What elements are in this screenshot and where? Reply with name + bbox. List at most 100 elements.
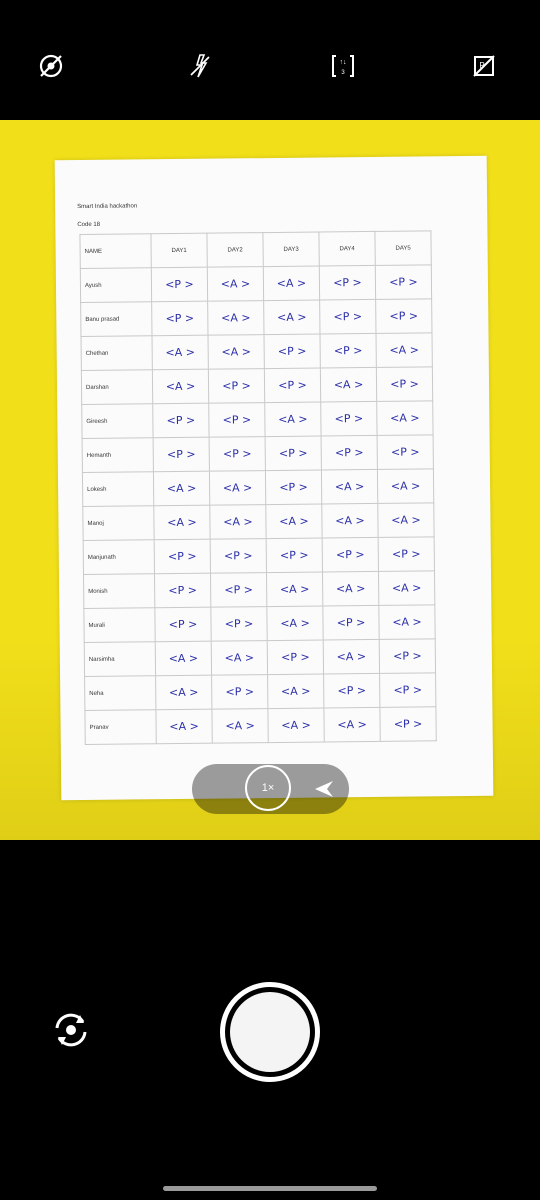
attendance-mark-cell: <A > xyxy=(267,673,324,709)
attendance-mark-cell: <A > xyxy=(377,468,434,504)
header-name: NAME xyxy=(79,233,152,269)
student-name-cell: Monish xyxy=(83,573,155,609)
attendance-mark-cell: <P > xyxy=(208,402,266,438)
aspect-ratio-icon[interactable]: ↑↓ 3 xyxy=(325,48,361,84)
attendance-mark-cell: <P > xyxy=(209,436,266,472)
table-row: Darshan <A > <P > <P > <A > <P > xyxy=(81,366,433,405)
student-name-cell: Gireesh xyxy=(81,403,154,439)
attendance-mark-cell: <A > xyxy=(155,641,212,676)
table-row: Pranav <A > <A > <A > <A > <P > xyxy=(84,706,437,745)
attendance-mark-cell: <P > xyxy=(266,537,323,573)
auto-capture-icon[interactable] xyxy=(313,779,337,804)
attendance-mark-cell: <A > xyxy=(321,469,378,505)
student-name-cell: Manjunath xyxy=(83,539,155,575)
camera-controls xyxy=(0,840,540,1200)
attendance-mark-cell: <P > xyxy=(267,639,324,675)
hdr-off-icon[interactable]: P xyxy=(466,48,502,84)
table-row: Manjunath <P > <P > <P > <P > <P > xyxy=(83,536,435,575)
attendance-mark-cell: <P > xyxy=(379,706,437,742)
sheet-title: Smart India hackathon xyxy=(77,203,138,211)
attendance-mark-cell: <A > xyxy=(152,369,209,404)
attendance-mark-cell: <P > xyxy=(210,538,267,574)
table-row: Ayush <P > <A > <A > <P > <P > xyxy=(80,264,432,303)
attendance-mark-cell: <P > xyxy=(154,539,211,574)
attendance-mark-cell: <P > xyxy=(210,572,267,608)
scan-mode-selector: 1× xyxy=(192,764,349,814)
attendance-mark-cell: <A > xyxy=(153,471,210,506)
scan-mode-label: 1× xyxy=(261,782,275,794)
home-indicator[interactable] xyxy=(163,1186,377,1191)
attendance-mark-cell: <A > xyxy=(209,504,267,540)
attendance-mark-cell: <A > xyxy=(323,639,380,674)
attendance-mark-cell: <P > xyxy=(375,298,432,334)
switch-camera-icon[interactable] xyxy=(47,1006,95,1054)
table-row: Narsimha <A > <A > <P > <A > <P > xyxy=(84,638,436,677)
table-row: Banu prasad <P > <A > <A > <P > <P > xyxy=(80,298,432,337)
attendance-mark-cell: <A > xyxy=(152,335,209,370)
svg-text:↑↓: ↑↓ xyxy=(340,59,347,66)
header-day4: DAY4 xyxy=(318,231,376,267)
attendance-mark-cell: <A > xyxy=(263,300,320,335)
attendance-mark-cell: <A > xyxy=(155,709,213,744)
table-row: Manoj <A > <A > <A > <A > <A > xyxy=(82,502,435,541)
attendance-mark-cell: <P > xyxy=(322,537,379,572)
attendance-mark-cell: <P > xyxy=(154,607,212,642)
attendance-mark-cell: <P > xyxy=(379,672,436,708)
attendance-mark-cell: <A > xyxy=(155,675,212,710)
student-name-cell: Darshan xyxy=(81,369,153,405)
student-name-cell: Lokesh xyxy=(82,471,154,507)
attendance-mark-cell: <A > xyxy=(376,400,434,436)
table-header-row: NAME DAY1 DAY2 DAY3 DAY4 DAY5 xyxy=(79,230,432,269)
student-name-cell: Pranav xyxy=(84,709,157,745)
attendance-mark-cell: <A > xyxy=(153,505,211,540)
attendance-sheet: Smart India hackathon Code 18 NAME DAY1 … xyxy=(54,155,494,801)
table-row: Murali <P > <P > <A > <P > <A > xyxy=(83,604,436,643)
attendance-mark-cell: <A > xyxy=(208,334,265,370)
camera-viewfinder[interactable]: Smart India hackathon Code 18 NAME DAY1 … xyxy=(0,120,540,840)
shutter-icon xyxy=(230,992,310,1072)
svg-text:3: 3 xyxy=(341,70,345,76)
attendance-mark-cell: <P > xyxy=(379,638,436,674)
shutter-button[interactable] xyxy=(220,982,320,1082)
attendance-mark-cell: <P > xyxy=(263,334,321,369)
student-name-cell: Narsimha xyxy=(84,641,156,677)
table-row: Monish <P > <P > <A > <A > <A > xyxy=(83,570,435,609)
attendance-mark-cell: <P > xyxy=(378,536,435,572)
attendance-mark-cell: <A > xyxy=(323,707,381,742)
attendance-mark-cell: <P > xyxy=(210,606,268,642)
attendance-mark-cell: <A > xyxy=(266,605,324,641)
student-name-cell: Chethan xyxy=(81,335,153,371)
attendance-mark-cell: <A > xyxy=(322,571,379,606)
table-row: Lokesh <A > <A > <P > <A > <A > xyxy=(82,468,434,507)
sheet-code: Code 18 xyxy=(77,221,101,229)
attendance-mark-cell: <P > xyxy=(375,264,432,300)
attendance-mark-cell: <A > xyxy=(378,604,436,640)
attendance-mark-cell: <A > xyxy=(267,707,325,743)
attendance-mark-cell: <A > xyxy=(266,571,323,607)
attendance-mark-cell: <P > xyxy=(152,403,210,438)
attendance-mark-cell: <A > xyxy=(375,332,433,368)
student-name-cell: Ayush xyxy=(80,267,152,303)
motion-photo-off-icon[interactable] xyxy=(33,48,69,84)
attendance-table: NAME DAY1 DAY2 DAY3 DAY4 DAY5 Ayush <P > <… xyxy=(79,230,437,745)
flash-off-icon[interactable] xyxy=(182,48,218,84)
student-name-cell: Murali xyxy=(83,607,156,643)
attendance-mark-cell: <P > xyxy=(319,299,376,335)
attendance-mark-cell: <P > xyxy=(322,605,380,640)
student-name-cell: Neha xyxy=(84,675,156,711)
table-row: Hemanth <P > <P > <P > <P > <P > xyxy=(82,434,434,473)
single-scan-button[interactable]: 1× xyxy=(245,765,291,811)
table-row: Gireesh <P > <P > <A > <P > <A > xyxy=(81,400,434,439)
attendance-mark-cell: <P > xyxy=(321,435,378,471)
student-name-cell: Manoj xyxy=(82,505,155,541)
header-day3: DAY3 xyxy=(262,232,320,267)
attendance-mark-cell: <A > xyxy=(378,570,435,606)
attendance-mark-cell: <P > xyxy=(151,267,208,302)
table-row: Chethan <A > <A > <P > <P > <A > xyxy=(81,332,433,371)
attendance-mark-cell: <A > xyxy=(377,502,435,538)
attendance-mark-cell: <A > xyxy=(263,266,320,301)
attendance-mark-cell: <P > xyxy=(319,333,377,369)
attendance-mark-cell: <P > xyxy=(320,401,378,437)
attendance-mark-cell: <A > xyxy=(207,266,264,302)
attendance-mark-cell: <P > xyxy=(376,366,433,402)
